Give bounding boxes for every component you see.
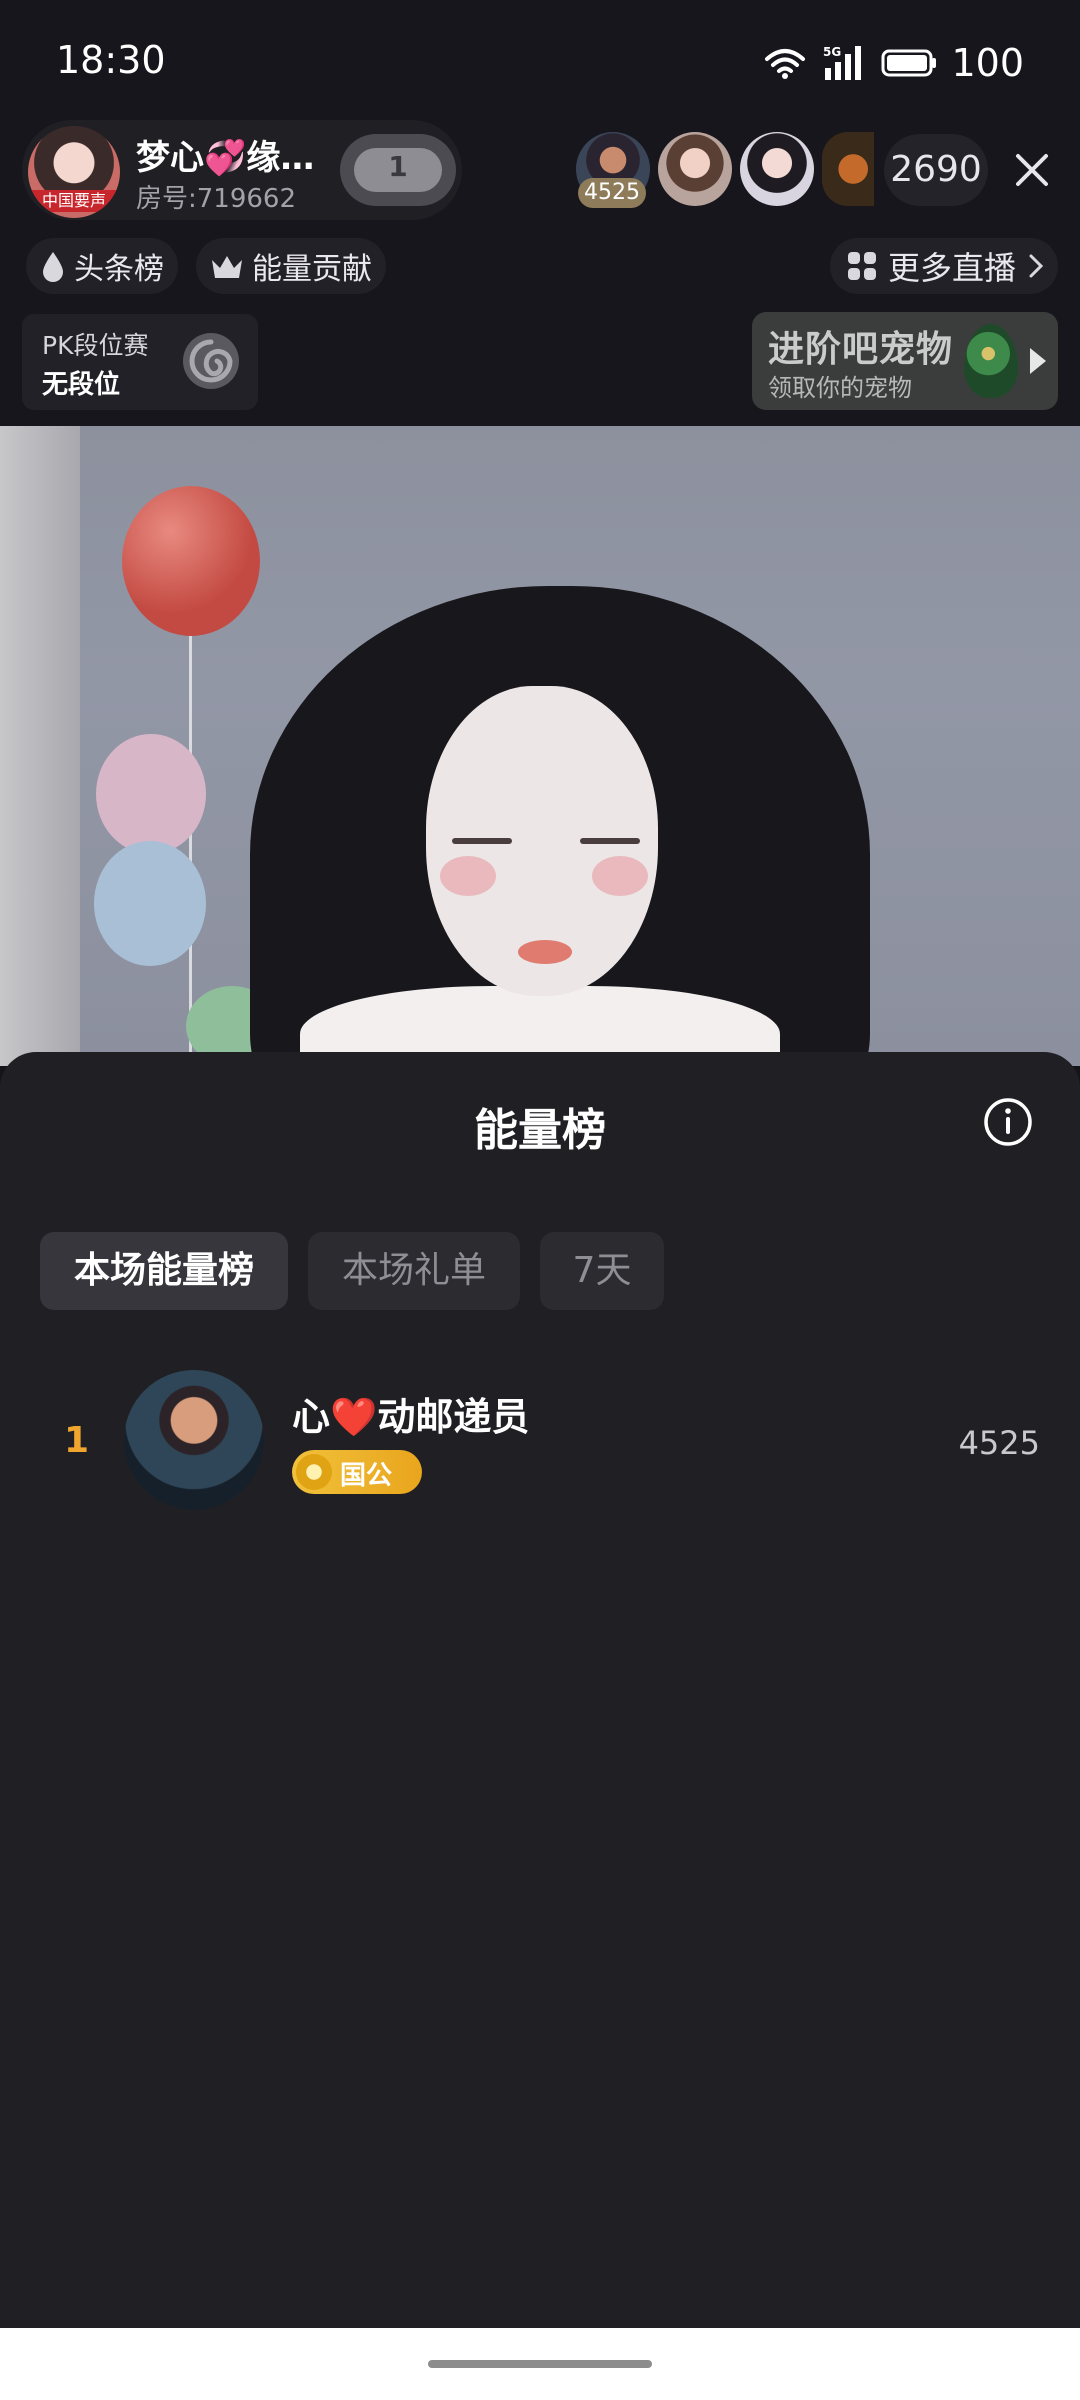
streamer-eye-right [580,838,640,844]
pet-promo-banner[interactable]: 进阶吧宠物 领取你的宠物 [752,312,1058,410]
sheet-title: 能量榜 [474,1105,606,1156]
tab-7-days[interactable]: 7天 [540,1232,664,1310]
noble-badge: 国公 [292,1450,422,1494]
pk-title: PK段位赛 [42,331,149,360]
energy-contribution-label: 能量贡献 [252,252,372,287]
play-arrow-icon [1030,348,1046,374]
more-live-label: 更多直播 [887,249,1016,287]
swirl-rank-icon [183,333,239,389]
balloon-string [189,634,192,1066]
crown-icon [212,256,242,278]
coin-icon [296,1454,332,1490]
follow-button[interactable]: 1 [340,134,456,206]
room-number: 房号:719662 [136,184,297,214]
chevron-right-icon [1029,254,1044,278]
wifi-icon [765,49,806,79]
battery-level: 100 [951,41,1024,85]
noble-badge-label: 国公 [340,1461,393,1491]
host-avatar[interactable]: 中国要声 [28,126,120,218]
grid-icon [847,252,876,280]
network-label: 5G [823,45,841,59]
video-wall [0,426,80,1066]
headline-board-chip[interactable]: 头条榜 [26,238,178,294]
top-viewer-avatar-2[interactable] [658,132,732,206]
top-viewer-score: 4525 [578,178,646,208]
balloon-red [122,486,260,636]
tab-current-gifts[interactable]: 本场礼单 [308,1232,520,1310]
battery-icon [881,49,937,77]
energy-contribution-chip[interactable]: 能量贡献 [196,238,386,294]
clock: 18:30 [56,38,166,82]
pk-rank-card[interactable]: PK段位赛 无段位 [22,314,258,410]
energy-score: 4525 [958,1424,1040,1462]
status-bar: 18:30 5G 100 [0,0,1080,120]
user-name: 心❤️动邮递员 [292,1395,530,1439]
viewer-count[interactable]: 2690 [884,134,988,206]
live-video[interactable] [0,426,1080,1066]
pet-banner-subtitle: 领取你的宠物 [768,374,912,402]
status-icons: 5G 100 [763,38,1024,88]
streamer-cheek-left [440,856,496,896]
rank-number: 1 [64,1420,90,1461]
balloon-pink [96,734,206,854]
more-live-button[interactable]: 更多直播 [829,238,1058,294]
droplet-icon [43,252,63,282]
tab-current-energy[interactable]: 本场能量榜 [40,1232,288,1310]
headline-board-label: 头条榜 [74,252,164,287]
pk-rank: 无段位 [42,370,121,400]
pet-banner-title: 进阶吧宠物 [768,329,954,370]
host-avatar-tag: 中国要声 [28,190,120,212]
home-indicator[interactable] [428,2360,652,2368]
close-icon[interactable] [1004,142,1060,198]
streamer-cheek-right [592,856,648,896]
pet-egg-icon [964,324,1018,398]
signal-icon: 5G [823,45,862,80]
streamer-eye-left [452,838,512,844]
streamer-lips [518,940,572,964]
top-viewer-avatar-3[interactable] [740,132,814,206]
top-viewer-avatar-4[interactable] [822,132,874,206]
host-name: 梦心💞缘… [136,138,315,178]
follow-level: 1 [388,150,408,183]
user-avatar[interactable] [124,1370,264,1510]
info-icon[interactable] [982,1096,1034,1148]
balloon-blue [94,841,206,966]
